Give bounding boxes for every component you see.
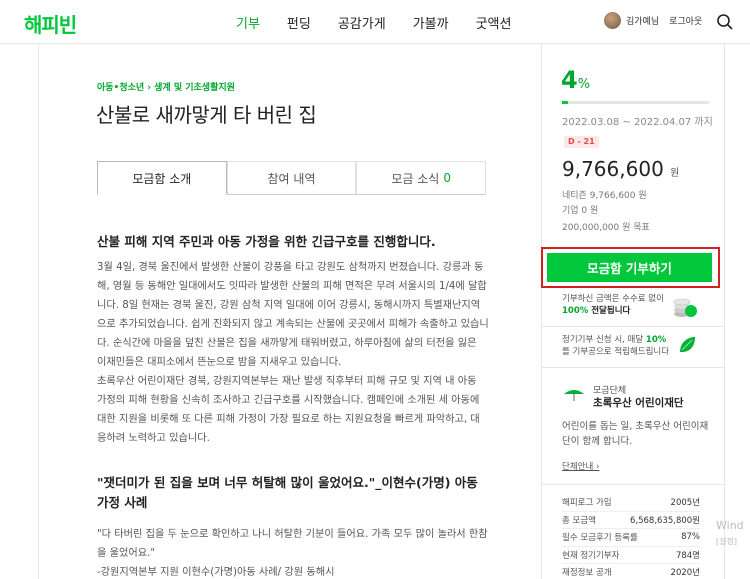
stat-label: 재정정보 공개: [562, 568, 612, 579]
amount-value: 9,766,600: [562, 157, 664, 181]
netizen-amount: 네티즌 9,766,600 원: [562, 191, 647, 201]
content-tabs: 모금함 소개 참여 내역 모금 소식 0: [97, 161, 487, 195]
nav-good-action[interactable]: 굿액션: [476, 13, 512, 32]
quote-text: "다 타버린 집을 두 눈으로 확인하고 나니 허탈한 기분이 들어요. 가족 …: [97, 529, 488, 559]
story-paragraph: 초록우산 어린이재단 경북, 강원지역본부는 재난 발생 직후부터 피해 규모 …: [97, 376, 480, 444]
percent-value: 4: [561, 66, 578, 94]
tab-news-count: 0: [443, 171, 451, 185]
stat-row: 해피로그 가입 2005년: [562, 494, 700, 512]
tab-participation[interactable]: 참여 내역: [226, 161, 357, 194]
happybean-logo[interactable]: 해피빈: [24, 9, 77, 38]
stat-value: 784명: [675, 550, 700, 561]
goal-amount: 200,000,000 원 목표: [562, 223, 650, 233]
avatar[interactable]: [604, 12, 621, 29]
stat-label: 현재 정기기부자: [562, 550, 620, 561]
fee-notice-end: 전달됩니다: [591, 306, 631, 316]
page-title: 산불로 새까맣게 타 버린 집: [96, 103, 317, 127]
content-border-left: [38, 44, 39, 579]
campaign-period: 2022.03.08 ~ 2022.04.07 까지: [562, 117, 713, 128]
lead-heading: 산불 피해 지역 주민과 아동 가정을 위한 긴급구호를 진행합니다.: [97, 234, 436, 249]
user-name[interactable]: 김가예님: [626, 14, 659, 27]
regular-notice-percent: 10%: [645, 335, 667, 345]
breadcrumb[interactable]: 아동•청소년 › 생계 및 기초생활지원: [97, 80, 235, 93]
user-menu: 김가예님 로그아웃: [604, 12, 702, 29]
stat-value: 87%: [681, 532, 700, 543]
sidebar-border-left: [541, 44, 542, 579]
nav-store[interactable]: 공감가게: [338, 13, 386, 32]
fee-notice-percent: 100%: [562, 306, 589, 316]
percent-unit: %: [577, 77, 591, 92]
stat-value: 2020년: [670, 568, 700, 579]
org-stats: 해피로그 가입 2005년 총 모금액 6,568,635,800원 필수 모금후기…: [562, 494, 700, 579]
divider: [541, 326, 724, 327]
org-logo: [564, 390, 584, 401]
stat-label: 해피로그 가입: [562, 498, 612, 509]
regular-notice-text: 정기기부 신청 시, 매달: [562, 335, 644, 345]
stat-label: 필수 모금후기 등록률: [562, 533, 638, 544]
nav-donate[interactable]: 기부: [236, 13, 260, 32]
divider: [541, 367, 724, 368]
stat-row: 현재 정기기부자 784명: [562, 547, 700, 564]
org-info-link[interactable]: 단체안내 ›: [562, 460, 599, 472]
windows-activation-watermark-sub: [설정]: [716, 537, 737, 546]
regular-notice-end: 를 기부공으로 적립해드립니다: [562, 347, 670, 357]
stat-row: 재정정보 공개 2020년: [562, 564, 700, 579]
progress-percent: 4%: [561, 66, 590, 94]
sidebar-border-right: [724, 44, 725, 579]
tab-intro[interactable]: 모금함 소개: [97, 161, 227, 195]
tab-news[interactable]: 모금 소식 0: [356, 161, 487, 194]
tab-news-label: 모금 소식: [391, 171, 440, 186]
progress-bar: [562, 101, 709, 104]
nav-funding[interactable]: 펀딩: [287, 13, 311, 32]
search-icon[interactable]: [716, 13, 734, 31]
tab-participation-label: 참여 내역: [267, 171, 316, 186]
raised-amount: 9,766,600 원: [562, 157, 679, 181]
nav-visit[interactable]: 가볼까: [413, 13, 449, 32]
company-amount: 기업 0 원: [562, 206, 599, 216]
case-quote: "다 타버린 집을 두 눈으로 확인하고 나니 허탈한 기분이 들어요. 가족 …: [97, 525, 489, 579]
dday-badge: D - 21: [564, 136, 599, 148]
coins-icon: [673, 298, 697, 317]
tab-intro-label: 모금함 소개: [132, 171, 192, 186]
quote-source: -강원지역본부 지원 이현수(가명)아동 사례/ 강원 동해시: [97, 567, 335, 578]
fee-notice: 기부하신 금액은 수수료 없이 100% 전달됩니다: [562, 293, 670, 317]
stat-value: 6,568,635,800원: [629, 515, 700, 526]
logout-link[interactable]: 로그아웃: [669, 14, 702, 27]
regular-notice: 정기기부 신청 시, 매달 10% 를 기부공으로 적립해드립니다: [562, 334, 672, 358]
fee-notice-text: 기부하신 금액은 수수료 없이: [562, 294, 664, 304]
donate-button[interactable]: 모금함 기부하기: [547, 253, 712, 282]
divider: [541, 484, 724, 485]
org-description: 어린이를 돕는 일, 초록우산 어린이재단이 함께 합니다.: [562, 421, 709, 447]
org-name[interactable]: 초록우산 어린이재단: [593, 395, 684, 410]
amount-unit: 원: [670, 168, 680, 179]
progress-fill: [562, 101, 568, 104]
case-subheading: "잿더미가 된 집을 보며 너무 허탈해 많이 울었어요."_이현수(가명) 아…: [97, 475, 478, 510]
stat-value: 2005년: [670, 498, 700, 509]
main-nav: 기부 펀딩 공감가게 가볼까 굿액션: [236, 13, 538, 32]
story-paragraph: 3월 4일, 경북 울진에서 발생한 산불이 강풍을 타고 강원도 삼척까지 번…: [97, 262, 489, 368]
stat-label: 총 모금액: [562, 515, 596, 526]
bean-icon: [680, 337, 695, 353]
story-body: 3월 4일, 경북 울진에서 발생한 산불이 강풍을 타고 강원도 삼척까지 번…: [97, 258, 489, 448]
stat-row: 필수 모금후기 등록률 87%: [562, 529, 700, 547]
stat-row: 총 모금액 6,568,635,800원: [562, 512, 700, 529]
windows-activation-watermark: Wind: [716, 519, 744, 532]
top-header: 해피빈 기부 펀딩 공감가게 가볼까 굿액션 김가예님 로그아웃: [0, 0, 750, 44]
